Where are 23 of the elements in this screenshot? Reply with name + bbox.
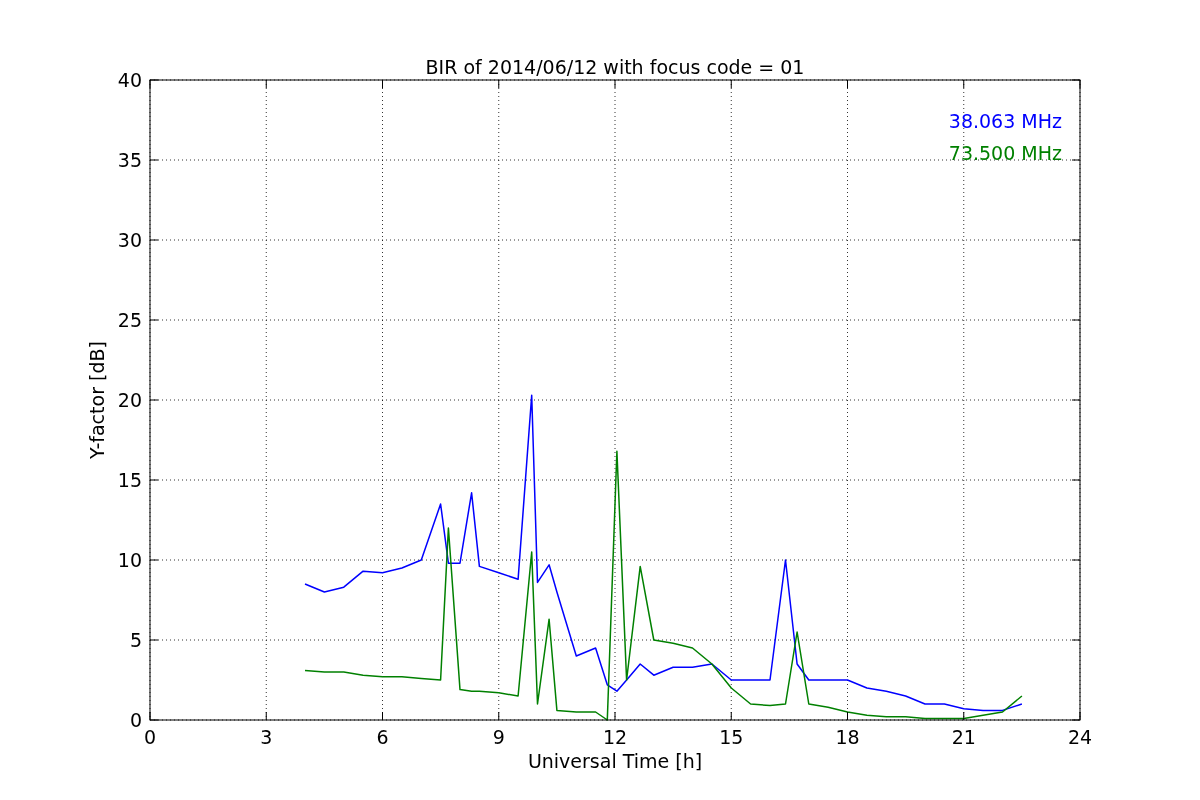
y-tick-label: 30 xyxy=(117,229,142,251)
y-tick-label: 10 xyxy=(117,549,142,571)
x-tick-label: 3 xyxy=(260,726,273,748)
legend-label: 73.500 MHz xyxy=(948,142,1062,164)
x-tick-label: 18 xyxy=(835,726,860,748)
x-tick-label: 9 xyxy=(492,726,505,748)
y-tick-label: 40 xyxy=(117,69,142,91)
x-tick-label: 0 xyxy=(143,726,157,748)
y-tick-label: 35 xyxy=(117,149,142,171)
y-tick-label: 20 xyxy=(117,389,142,411)
legend-label: 38.063 MHz xyxy=(948,110,1062,132)
y-axis-label: Y-factor [dB] xyxy=(86,341,108,459)
y-tick-label: 25 xyxy=(117,309,142,331)
y-tick-label: 0 xyxy=(129,709,142,731)
x-tick-label: 15 xyxy=(719,726,744,748)
x-tick-label: 6 xyxy=(376,726,389,748)
x-axis-label: Universal Time [h] xyxy=(527,750,703,772)
chart-title: BIR of 2014/06/12 with focus code = 01 xyxy=(425,56,805,78)
x-tick-label: 24 xyxy=(1067,726,1093,748)
x-tick-label: 21 xyxy=(951,726,976,748)
y-tick-label: 15 xyxy=(117,469,142,491)
y-tick-label: 5 xyxy=(129,629,142,651)
x-tick-label: 12 xyxy=(602,726,628,748)
